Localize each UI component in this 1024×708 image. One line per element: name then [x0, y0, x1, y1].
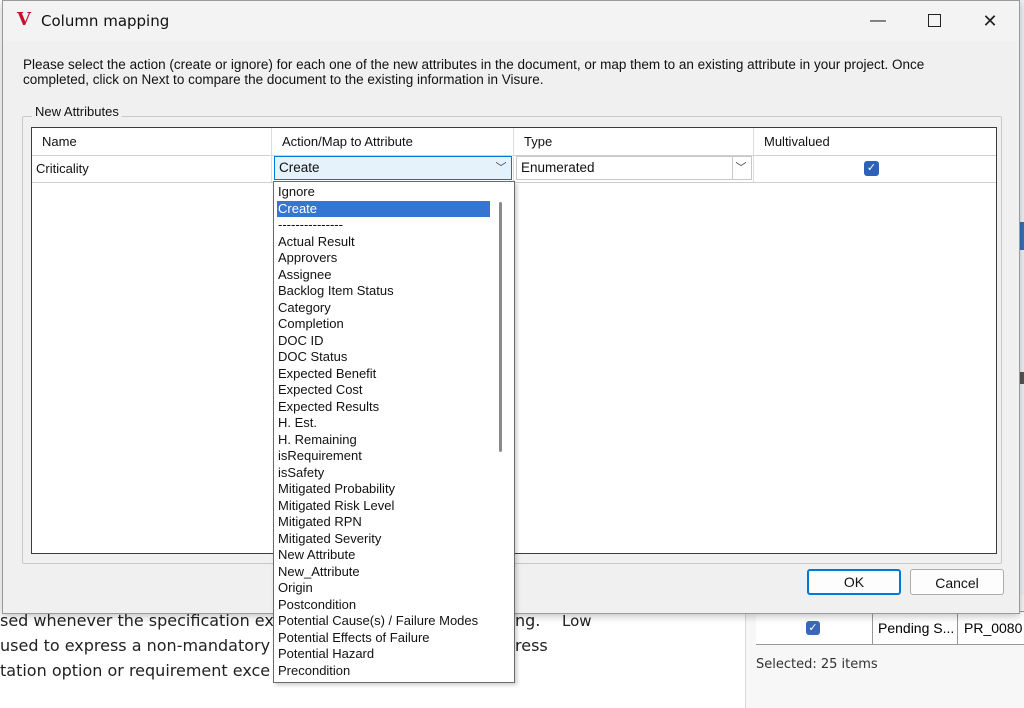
- table-row[interactable]: Criticality Create ﹀ Enumerated ﹀ ✓: [32, 155, 996, 183]
- background-text-line: tation option or requirement exce: [0, 661, 271, 680]
- instructions-text: Please select the action (create or igno…: [23, 57, 925, 87]
- action-dropdown-list: Ignore Create --------------- Actual Result…: [273, 181, 515, 683]
- dropdown-option[interactable]: Backlog Item Status: [277, 283, 490, 300]
- column-header-type[interactable]: Type: [514, 128, 754, 155]
- dialog-title: Column mapping: [41, 12, 170, 30]
- column-header-action[interactable]: Action/Map to Attribute: [272, 128, 514, 155]
- dropdown-option[interactable]: Expected Benefit: [277, 366, 490, 383]
- column-header-multivalued[interactable]: Multivalued: [754, 128, 996, 155]
- dropdown-option[interactable]: Create: [277, 200, 490, 217]
- background-edge-marker: [1020, 372, 1024, 384]
- dropdown-option[interactable]: Mitigated Probability: [277, 481, 490, 498]
- background-table-status: Pending S...: [872, 612, 958, 644]
- background-edge-marker: [1020, 222, 1024, 250]
- cancel-button[interactable]: Cancel: [910, 569, 1004, 595]
- background-table-row[interactable]: ✓ Pending S... PR_0080: [756, 611, 1024, 645]
- minimize-button[interactable]: —: [855, 1, 901, 41]
- dropdown-option[interactable]: New Attribute: [277, 547, 490, 564]
- attribute-name-cell: Criticality: [32, 155, 272, 182]
- action-select[interactable]: Create ﹀: [274, 156, 512, 180]
- multivalued-checkbox[interactable]: ✓: [864, 161, 879, 176]
- new-attributes-label: New Attributes: [32, 104, 122, 119]
- action-cell: Create ﹀: [272, 155, 514, 182]
- background-text-fragment: ress: [515, 636, 548, 655]
- dropdown-option[interactable]: Expected Results: [277, 399, 490, 416]
- close-button[interactable]: ✕: [967, 1, 1013, 41]
- ok-button[interactable]: OK: [807, 569, 901, 595]
- dropdown-option[interactable]: Potential Cause(s) / Failure Modes: [277, 613, 490, 630]
- dialog-titlebar[interactable]: V Column mapping — ✕: [3, 1, 1019, 41]
- dropdown-option[interactable]: H. Remaining: [277, 432, 490, 449]
- dropdown-option[interactable]: Approvers: [277, 250, 490, 267]
- dropdown-option[interactable]: ---------------: [277, 217, 490, 234]
- dropdown-option[interactable]: Expected Cost: [277, 382, 490, 399]
- action-select-value: Create: [279, 160, 320, 175]
- dropdown-scrollbar-thumb[interactable]: [499, 202, 502, 452]
- multivalued-cell: ✓: [754, 155, 996, 182]
- dropdown-option[interactable]: Mitigated Risk Level: [277, 498, 490, 515]
- checkbox-checked-icon[interactable]: ✓: [806, 621, 820, 635]
- type-select-value: Enumerated: [521, 160, 595, 175]
- type-select[interactable]: Enumerated ﹀: [516, 156, 752, 180]
- chevron-down-icon[interactable]: ﹀: [732, 157, 749, 179]
- maximize-button[interactable]: [911, 1, 957, 41]
- dropdown-option[interactable]: Mitigated Severity: [277, 531, 490, 548]
- dropdown-option[interactable]: DOC Status: [277, 349, 490, 366]
- dropdown-option[interactable]: New_Attribute: [277, 564, 490, 581]
- type-cell: Enumerated ﹀: [514, 155, 754, 182]
- dropdown-option[interactable]: Origin: [277, 580, 490, 597]
- background-table-id: PR_0080: [964, 620, 1023, 636]
- visure-logo-icon: V: [17, 9, 31, 30]
- dropdown-option[interactable]: Actual Result: [277, 234, 490, 251]
- grid-header: Name Action/Map to Attribute Type Multiv…: [32, 128, 996, 156]
- dropdown-option[interactable]: DOC ID: [277, 333, 490, 350]
- background-selection-count: Selected: 25 items: [756, 657, 878, 672]
- dropdown-option[interactable]: Precondition: [277, 663, 490, 680]
- dropdown-option[interactable]: isRequirement: [277, 448, 490, 465]
- column-header-name[interactable]: Name: [32, 128, 272, 155]
- dropdown-option[interactable]: Mitigated RPN: [277, 514, 490, 531]
- background-priority-low: Low: [562, 612, 592, 630]
- maximize-icon: [927, 14, 941, 28]
- background-table-check-cell: ✓: [756, 612, 873, 644]
- chevron-down-icon[interactable]: ﹀: [493, 157, 509, 179]
- dropdown-option[interactable]: H. Est.: [277, 415, 490, 432]
- dropdown-option[interactable]: isSafety: [277, 465, 490, 482]
- background-text-line: used to express a non-mandatory: [0, 636, 271, 655]
- dropdown-option[interactable]: Ignore: [277, 184, 490, 201]
- dropdown-option[interactable]: Completion: [277, 316, 490, 333]
- dropdown-option[interactable]: Assignee: [277, 267, 490, 284]
- dropdown-option[interactable]: Category: [277, 300, 490, 317]
- dropdown-option[interactable]: Postcondition: [277, 597, 490, 614]
- dropdown-option[interactable]: Potential Effects of Failure: [277, 630, 490, 647]
- dropdown-option[interactable]: Potential Hazard: [277, 646, 490, 663]
